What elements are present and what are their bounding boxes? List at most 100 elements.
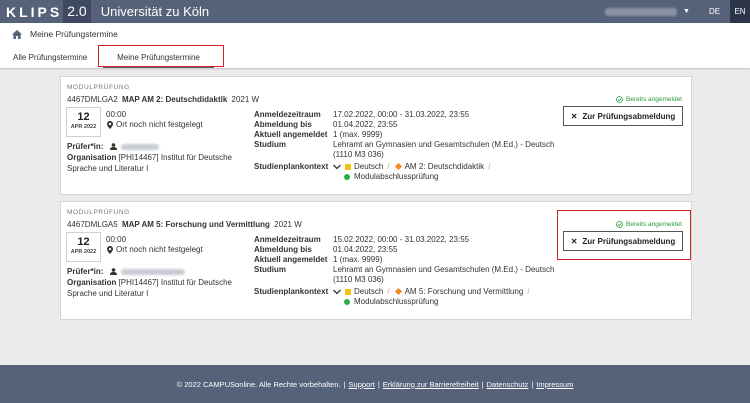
label-studium: Studium: [254, 140, 286, 149]
exam-time: 00:00: [106, 110, 127, 119]
organisation-label: Organisation: [67, 153, 117, 162]
exam-name[interactable]: MAP AM 5: Forschung und Vermittlung: [122, 220, 270, 229]
exam-time: 00:00: [106, 235, 127, 244]
value-anmeldezeitraum: 15.02.2022, 00:00 - 31.03.2022, 23:55: [333, 235, 470, 244]
lang-en-button[interactable]: EN: [730, 0, 750, 23]
deregister-button[interactable]: ✕ Zur Prüfungsabmeldung: [563, 231, 683, 251]
label-aktuell-angemeldet: Aktuell angemeldet: [254, 255, 328, 264]
organisation-code: [PHI14467]: [118, 153, 159, 162]
footer: © 2022 CAMPUSonline. Alle Rechte vorbeha…: [0, 365, 750, 403]
date-month: APR 2022: [70, 249, 97, 255]
exam-name[interactable]: MAP AM 2: Deutschdidaktik: [122, 95, 227, 104]
exam-location: Ort noch nicht festgelegt: [107, 120, 203, 129]
module-diamond-icon: [394, 162, 402, 171]
footer-copyright: © 2022 CAMPUSonline. Alle Rechte vorbeha…: [176, 379, 341, 389]
label-anmeldezeitraum: Anmeldezeitraum: [254, 110, 321, 119]
footer-separator: |: [481, 379, 484, 389]
status-text: Bereits angemeldet: [625, 96, 682, 103]
organisation-code: [PHI14467]: [118, 278, 159, 287]
label-anmeldezeitraum: Anmeldezeitraum: [254, 235, 321, 244]
separator: /: [387, 162, 390, 171]
date-day: 12: [77, 236, 90, 248]
deregister-button[interactable]: ✕ Zur Prüfungsabmeldung: [563, 106, 683, 126]
module-diamond-icon: [394, 287, 402, 296]
status-badge: Bereits angemeldet: [616, 221, 682, 228]
exam-code: 4467DMLGA2: [67, 95, 118, 104]
context-subject: Deutsch: [354, 162, 384, 171]
value-studium: Lehramt an Gymnasien und Gesamtschulen (…: [333, 265, 555, 284]
exam-type-label: MODULPRÜFUNG: [67, 209, 130, 216]
value-aktuell-angemeldet: 1 (max. 9999): [333, 255, 383, 264]
home-icon[interactable]: [12, 29, 22, 39]
person-icon: [110, 143, 118, 150]
footer-separator: |: [377, 379, 380, 389]
chevron-down-icon[interactable]: [333, 164, 341, 170]
footer-separator: |: [531, 379, 534, 389]
exam-dot-icon: [344, 173, 350, 180]
date-box: 12 APR 2022: [66, 232, 101, 262]
label-studium: Studium: [254, 265, 286, 274]
footer-link-imprint[interactable]: Impressum: [536, 380, 573, 389]
label-studienplankontext: Studienplankontext: [254, 287, 329, 296]
map-pin-icon: [107, 120, 113, 129]
footer-link-accessibility[interactable]: Erklärung zur Barrierefreiheit: [383, 380, 479, 389]
organisation: Organisation [PHI14467] Institut für Deu…: [67, 152, 247, 174]
subject-square-icon: [345, 288, 351, 295]
top-bar: KLIPS 2.0 Universität zu Köln ▼ DE EN: [0, 0, 750, 23]
examiner-name-redacted[interactable]: [121, 143, 160, 150]
exam-dot-icon: [344, 298, 350, 305]
status-badge: Bereits angemeldet: [616, 96, 682, 103]
deregister-button-label: Zur Prüfungsabmeldung: [582, 111, 676, 121]
exam-title: 4467DMLGA2 MAP AM 2: Deutschdidaktik 202…: [67, 95, 259, 104]
exam-semester: 2021 W: [231, 95, 260, 104]
value-studium: Lehramt an Gymnasien und Gesamtschulen (…: [333, 140, 555, 159]
examiner-name-redacted[interactable]: [121, 268, 186, 275]
separator: /: [527, 287, 530, 296]
context-exam: Modulabschlussprüfung: [344, 172, 439, 181]
user-menu[interactable]: ▼: [605, 4, 695, 19]
context-module: AM 2: Deutschdidaktik: [404, 162, 485, 171]
close-icon: ✕: [570, 236, 578, 246]
examiner: Prüfer*in:: [67, 142, 160, 151]
subject-square-icon: [345, 163, 351, 170]
location-text: Ort noch nicht festgelegt: [116, 245, 203, 254]
deregister-button-label: Zur Prüfungsabmeldung: [582, 236, 676, 246]
exam-title: 4467DMLGA5 MAP AM 5: Forschung und Vermi…: [67, 220, 302, 229]
value-anmeldezeitraum: 17.02.2022, 00:00 - 31.03.2022, 23:55: [333, 110, 470, 119]
footer-link-privacy[interactable]: Datenschutz: [487, 380, 529, 389]
value-abmeldung-bis: 01.04.2022, 23:55: [333, 245, 398, 254]
tab-highlight-box: [98, 45, 224, 67]
context-exam-label: Modulabschlussprüfung: [354, 297, 439, 306]
date-box: 12 APR 2022: [66, 107, 101, 137]
klips-logo[interactable]: KLIPS 2.0 Universität zu Köln: [0, 0, 209, 23]
exam-code: 4467DMLGA5: [67, 220, 118, 229]
footer-separator: |: [343, 379, 346, 389]
label-abmeldung-bis: Abmeldung bis: [254, 120, 312, 129]
context-subject: Deutsch: [354, 287, 384, 296]
location-text: Ort noch nicht festgelegt: [116, 120, 203, 129]
logo-version: 2.0: [63, 0, 91, 23]
chevron-down-icon[interactable]: [333, 289, 341, 295]
person-icon: [110, 268, 118, 275]
context-exam-label: Modulabschlussprüfung: [354, 172, 439, 181]
separator: /: [488, 162, 491, 171]
tab-all-exams[interactable]: Alle Prüfungstermine: [7, 49, 93, 66]
value-aktuell-angemeldet: 1 (max. 9999): [333, 130, 383, 139]
context-path: Deutsch / AM 5: Forschung und Vermittlun…: [333, 287, 534, 296]
exam-type-label: MODULPRÜFUNG: [67, 84, 130, 91]
map-pin-icon: [107, 245, 113, 254]
date-day: 12: [77, 111, 90, 123]
caret-down-icon: ▼: [683, 8, 690, 15]
label-studienplankontext: Studienplankontext: [254, 162, 329, 171]
exam-location: Ort noch nicht festgelegt: [107, 245, 203, 254]
status-text: Bereits angemeldet: [625, 221, 682, 228]
organisation: Organisation [PHI14467] Institut für Deu…: [67, 277, 247, 299]
university-name: Universität zu Köln: [100, 4, 210, 19]
separator: /: [387, 287, 390, 296]
sub-header: Meine Prüfungstermine Alle Prüfungstermi…: [0, 23, 750, 68]
examiner-label: Prüfer*in:: [67, 267, 104, 276]
footer-link-support[interactable]: Support: [349, 380, 375, 389]
close-icon: ✕: [570, 111, 578, 121]
lang-de-button[interactable]: DE: [706, 0, 723, 23]
context-path: Deutsch / AM 2: Deutschdidaktik /: [333, 162, 494, 171]
